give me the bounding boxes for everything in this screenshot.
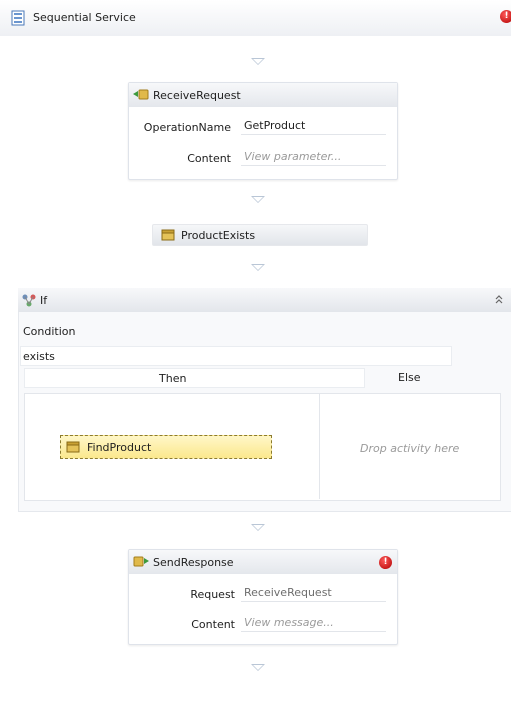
else-label: Else [398, 371, 421, 384]
if-header [18, 288, 511, 312]
error-icon[interactable]: ! [500, 10, 511, 23]
drop-arrow-icon[interactable] [251, 264, 265, 271]
find-product-activity[interactable]: FindProduct [60, 435, 272, 459]
find-product-title: FindProduct [87, 441, 152, 454]
receive-icon [133, 88, 149, 102]
condition-label: Condition [23, 325, 76, 338]
send-response-activity[interactable]: SendResponse ! Request ReceiveRequest Co… [128, 549, 398, 645]
then-header: Then [24, 368, 365, 388]
condition-field[interactable]: exists [20, 346, 452, 366]
collapse-icon[interactable] [493, 293, 505, 305]
operation-name-field[interactable]: GetProduct [241, 117, 386, 135]
branch-divider [319, 394, 320, 499]
code-activity-icon [161, 229, 175, 241]
condition-value: exists [23, 350, 55, 363]
receive-request-activity[interactable]: ReceiveRequest OperationName GetProduct … [128, 82, 398, 180]
content-link[interactable]: View message... [241, 614, 386, 632]
content-label: Content [191, 618, 235, 631]
drop-arrow-icon[interactable] [251, 664, 265, 671]
drop-arrow-icon[interactable] [251, 524, 265, 531]
drop-arrow-icon[interactable] [251, 58, 265, 65]
workflow-title: Sequential Service [33, 11, 136, 24]
drop-arrow-icon[interactable] [251, 196, 265, 203]
operation-name-label: OperationName [143, 121, 231, 134]
drop-activity-placeholder[interactable]: Drop activity here [360, 442, 459, 455]
if-icon [21, 293, 37, 307]
send-response-title: SendResponse [153, 556, 234, 569]
send-icon [133, 555, 149, 569]
if-title: If [40, 294, 48, 307]
receive-request-title: ReceiveRequest [153, 89, 241, 102]
sequence-icon [11, 10, 25, 26]
request-field[interactable]: ReceiveRequest [241, 584, 386, 602]
product-exists-title: ProductExists [181, 229, 256, 242]
code-activity-icon [66, 441, 80, 453]
content-label: Content [187, 152, 231, 165]
error-icon[interactable]: ! [379, 556, 392, 569]
product-exists-activity[interactable]: ProductExists [152, 224, 368, 246]
request-label: Request [190, 588, 235, 601]
then-label: Then [159, 372, 187, 385]
content-link[interactable]: View parameter... [241, 148, 386, 166]
